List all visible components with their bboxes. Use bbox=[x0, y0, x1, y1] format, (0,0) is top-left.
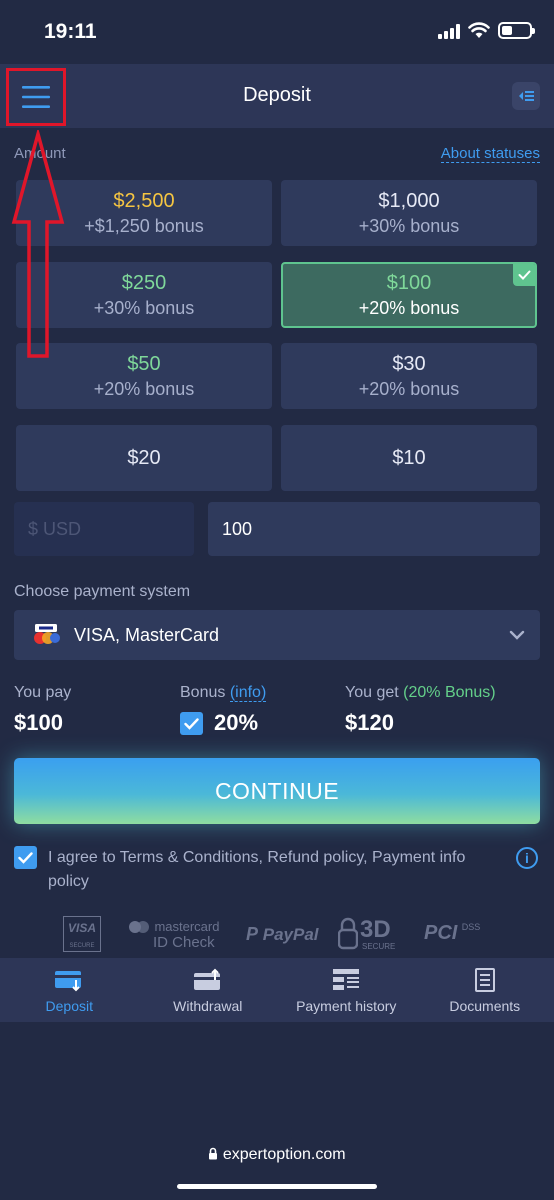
pci-dss-logo: PCI DSS bbox=[424, 922, 481, 944]
continue-button[interactable]: CONTINUE bbox=[14, 758, 540, 824]
currency-field: $ USD bbox=[14, 502, 194, 556]
amount-tile-bonus: +20% bonus bbox=[358, 379, 460, 399]
you-pay-label: You pay bbox=[14, 684, 72, 701]
currency-placeholder: $ USD bbox=[28, 518, 82, 539]
battery-icon bbox=[498, 22, 535, 39]
browser-url-bar[interactable]: expertoption.com bbox=[0, 1146, 554, 1164]
withdrawal-card-icon bbox=[193, 968, 220, 990]
status-bar: 19:11 bbox=[0, 0, 554, 64]
payment-system-label: Choose payment system bbox=[14, 583, 191, 600]
bonus-value: 20% bbox=[214, 710, 259, 735]
nav-withdrawal-label: Withdrawal bbox=[173, 998, 243, 1014]
amount-tile-bonus: +30% bonus bbox=[93, 298, 195, 318]
annotation-arrow-icon bbox=[11, 130, 65, 358]
visa-secure-logo: VISA SECURE bbox=[63, 916, 101, 952]
info-icon[interactable]: i bbox=[516, 847, 538, 869]
amount-tile-value: $100 bbox=[386, 272, 432, 294]
amount-tile-bonus: +30% bonus bbox=[358, 216, 460, 236]
bonus-info-link[interactable]: (info) bbox=[229, 684, 267, 702]
you-get-bonus-note: (20% Bonus) bbox=[403, 684, 496, 701]
amount-tile-bonus: +20% bonus bbox=[358, 298, 460, 318]
wifi-icon bbox=[468, 22, 490, 38]
status-icons bbox=[438, 22, 535, 39]
you-get-label: You get bbox=[345, 684, 399, 701]
amount-tile[interactable]: $1,000 +30% bonus bbox=[281, 180, 537, 246]
side-panel-toggle-button[interactable] bbox=[512, 82, 540, 110]
bottom-navigation: Deposit Withdrawal Payment history Docum… bbox=[0, 958, 554, 1022]
amount-tile[interactable]: $20 bbox=[16, 425, 272, 491]
amount-input-value: 100 bbox=[222, 518, 253, 539]
agree-checkbox[interactable] bbox=[14, 846, 37, 869]
nav-withdrawal[interactable]: Withdrawal bbox=[139, 958, 278, 1022]
visa-mastercard-icon bbox=[34, 624, 60, 644]
mastercard-id-check-logo: mastercard ID Check bbox=[128, 918, 219, 951]
checkmark-icon bbox=[184, 717, 199, 730]
app-header: Deposit bbox=[0, 64, 554, 128]
amount-tile-value: $250 bbox=[121, 272, 167, 294]
you-get-label-group: You get (20% Bonus) bbox=[345, 684, 496, 702]
collapse-arrow-icon bbox=[519, 91, 534, 101]
nav-deposit-label: Deposit bbox=[45, 998, 93, 1014]
payment-logos: VISA SECURE mastercard ID Check P PayPal… bbox=[0, 912, 554, 956]
amount-tile-bonus: +$1,250 bonus bbox=[84, 216, 204, 236]
you-pay-value: $100 bbox=[14, 710, 63, 735]
nav-documents[interactable]: Documents bbox=[416, 958, 554, 1022]
amount-tile[interactable]: $100 +20% bonus bbox=[281, 262, 537, 328]
amount-tile[interactable]: $30 +20% bonus bbox=[281, 343, 537, 409]
lock-icon bbox=[209, 1147, 218, 1160]
you-get-value: $120 bbox=[345, 710, 394, 735]
chevron-down-icon bbox=[509, 630, 525, 640]
deposit-card-icon bbox=[55, 971, 82, 992]
bonus-checkbox[interactable] bbox=[180, 712, 203, 735]
selected-check-icon bbox=[513, 264, 535, 286]
status-time: 19:11 bbox=[44, 20, 97, 43]
amount-tile-value: $50 bbox=[127, 353, 161, 375]
checkmark-icon bbox=[18, 851, 33, 864]
about-statuses-link[interactable]: About statuses bbox=[440, 145, 540, 163]
bonus-label: Bonus bbox=[180, 684, 226, 701]
home-indicator[interactable] bbox=[177, 1184, 377, 1189]
3d-secure-logo: 3D SECURE bbox=[337, 916, 395, 951]
nav-payment-history[interactable]: Payment history bbox=[277, 958, 416, 1022]
nav-payment-history-label: Payment history bbox=[296, 998, 397, 1014]
payment-system-value: VISA, MasterCard bbox=[74, 624, 220, 645]
amount-tile-value: $1,000 bbox=[378, 190, 440, 212]
nav-deposit[interactable]: Deposit bbox=[0, 958, 139, 1022]
paypal-logo: P PayPal bbox=[246, 924, 319, 944]
payment-history-icon bbox=[333, 969, 360, 990]
page-title: Deposit bbox=[243, 84, 311, 106]
amount-tile[interactable]: $10 bbox=[281, 425, 537, 491]
amount-tile-value: $30 bbox=[392, 353, 426, 375]
amount-tile-value: $10 bbox=[392, 447, 426, 469]
cellular-signal-icon bbox=[438, 23, 460, 39]
amount-input[interactable]: 100 bbox=[208, 502, 540, 556]
payment-system-select[interactable]: VISA, MasterCard bbox=[14, 610, 540, 660]
nav-documents-label: Documents bbox=[449, 998, 521, 1014]
bonus-label-group: Bonus (info) bbox=[180, 684, 267, 702]
browser-url: expertoption.com bbox=[222, 1146, 346, 1163]
documents-icon bbox=[474, 968, 495, 992]
agreement-text[interactable]: I agree to Terms & Conditions, Refund po… bbox=[48, 846, 508, 894]
amount-tile-bonus: +20% bonus bbox=[93, 379, 195, 399]
amount-tile-value: $2,500 bbox=[113, 190, 175, 212]
amount-tile-value: $20 bbox=[127, 447, 161, 469]
